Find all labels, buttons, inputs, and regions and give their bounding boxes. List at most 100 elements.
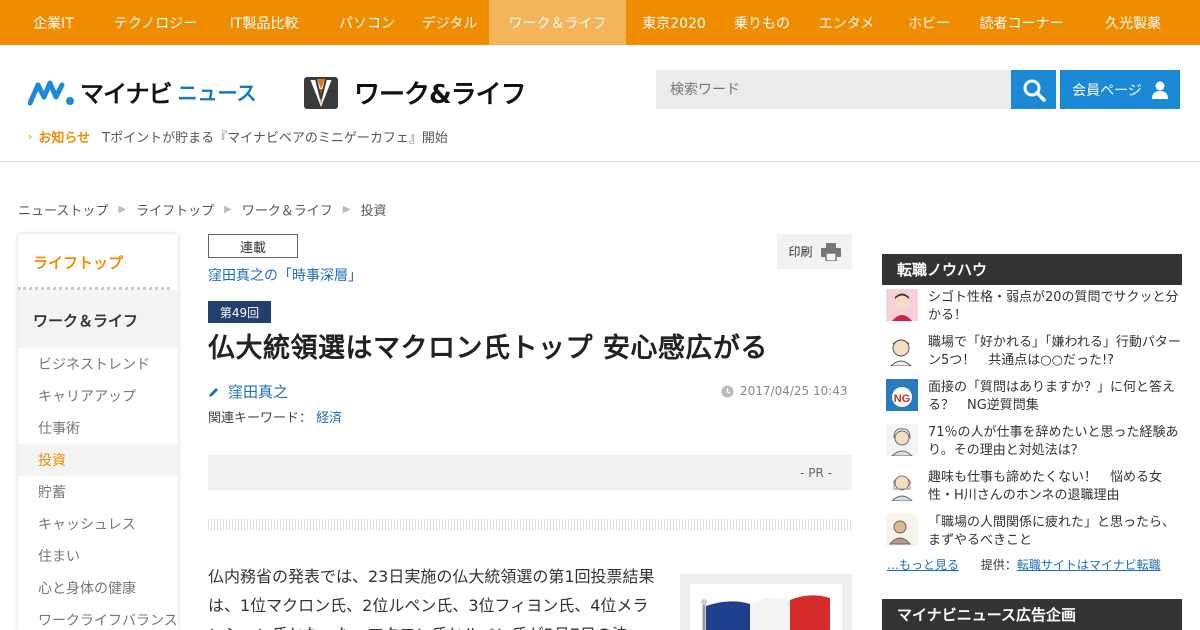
- pr-label: - PR -: [800, 465, 832, 480]
- ng-badge-thumbnail-icon: NG: [886, 379, 918, 411]
- sidebar-item-savings[interactable]: 貯蓄: [18, 476, 178, 508]
- list-item[interactable]: シゴト性格・弱点が20の質問でサクッと分かる！: [882, 285, 1182, 330]
- site-logo[interactable]: マイナビ ニュース: [28, 74, 257, 109]
- keyword-link[interactable]: 経済: [316, 411, 342, 426]
- header-divider: [0, 161, 1200, 162]
- list-item[interactable]: 71％の人が仕事を辞めたいと思った経験あり。その理由と対処法は？: [882, 420, 1182, 465]
- nav-item-pc[interactable]: パソコン: [324, 0, 410, 45]
- episode-badge: 第49回: [208, 301, 271, 323]
- member-page-button[interactable]: 会員ページ: [1060, 70, 1180, 109]
- suit-emblem-icon: [304, 76, 338, 109]
- article-body: 仏内務省の発表では、23日実施の仏大統領選の第1回投票結果は、1位マクロン氏、2…: [208, 567, 655, 630]
- pencil-icon: [209, 387, 218, 397]
- knowhow-link[interactable]: 職場で「好かれる」「嫌われる」行動パターン5つ！ 共通点は○○だった!?: [928, 334, 1182, 370]
- list-item[interactable]: 「職場の人間関係に疲れた」と思ったら、まずやるべきこと: [882, 510, 1182, 555]
- sidebar-item-investment[interactable]: 投資: [18, 444, 178, 476]
- series-name-link[interactable]: 窪田真之の「時事深層」: [208, 265, 362, 285]
- more-row: …もっと見る 提供：転職サイトはマイナビ転職: [882, 556, 1182, 573]
- sidebar-item-housing[interactable]: 住まい: [18, 540, 178, 572]
- notice-bar: › お知らせ Tポイントが貯まる『マイナビベアのミニゲーカフェ』開始: [28, 127, 448, 146]
- french-flag-image: [690, 584, 842, 630]
- print-button[interactable]: 印刷: [777, 234, 852, 269]
- author-name-link[interactable]: 窪田真之: [228, 381, 288, 402]
- nav-item-it-products[interactable]: IT製品比較: [204, 0, 324, 45]
- job-knowhow-heading: 転職ノウハウ: [882, 254, 1182, 285]
- worried-man-thumbnail-icon: [886, 334, 918, 366]
- list-item[interactable]: 職場で「好かれる」「嫌われる」行動パターン5つ！ 共通点は○○だった!?: [882, 330, 1182, 375]
- svg-text:NG: NG: [894, 393, 911, 405]
- knowhow-link[interactable]: シゴト性格・弱点が20の質問でサクッと分かる！: [928, 289, 1182, 325]
- section-logo-text: ワーク&ライフ: [354, 80, 527, 110]
- nav-item-readers[interactable]: 読者コーナー: [967, 0, 1076, 45]
- man-portrait-thumbnail-icon: [886, 289, 918, 321]
- sidebar-item-work-life-balance[interactable]: ワークライフバランス: [18, 604, 178, 630]
- search-icon: [1023, 79, 1046, 102]
- striped-divider: [208, 519, 852, 530]
- nav-item-enterprise-it[interactable]: 企業IT: [0, 0, 107, 45]
- top-navigation: 企業IT テクノロジー IT製品比較 パソコン デジタル ワーク＆ライフ 東京2…: [0, 0, 1200, 45]
- sidebar-life-top[interactable]: ライフトップ: [18, 234, 170, 290]
- logo-news-text: ニュース: [177, 81, 257, 105]
- nav-item-digital[interactable]: デジタル: [410, 0, 489, 45]
- left-sidebar: ライフトップ ワーク＆ライフ ビジネストレンド キャリアアップ 仕事術 投資 貯…: [18, 234, 178, 630]
- nav-item-vehicles[interactable]: 乗りもの: [722, 0, 802, 45]
- nav-item-entertainment[interactable]: エンタメ: [802, 0, 891, 45]
- keywords-label: 関連キーワード：: [208, 411, 313, 426]
- series-tag: 連載: [208, 234, 298, 258]
- article-title: 仏大統領選はマクロン氏トップ 安心感広がる: [208, 333, 768, 364]
- breadcrumb-life-top[interactable]: ライフトップ: [136, 200, 214, 219]
- right-sidebar: 転職ノウハウ シゴト性格・弱点が20の質問でサクッと分かる！ 職場で「好かれる」…: [882, 254, 1182, 630]
- nav-item-technology[interactable]: テクノロジー: [107, 0, 204, 45]
- more-link[interactable]: …もっと見る: [887, 558, 959, 572]
- provider-label: 提供：: [980, 558, 1017, 572]
- tired-person-thumbnail-icon: [886, 514, 918, 546]
- provider-link[interactable]: 転職サイトはマイナビ転職: [1017, 558, 1161, 572]
- sidebar-item-business-trend[interactable]: ビジネストレンド: [18, 348, 178, 380]
- breadcrumb-separator-icon: ▶: [118, 204, 127, 215]
- search-button[interactable]: [1011, 70, 1056, 109]
- clock-icon: [721, 385, 734, 397]
- author: 窪田真之: [208, 381, 288, 402]
- sidebar-item-cashless[interactable]: キャッシュレス: [18, 508, 178, 540]
- nav-item-hobby[interactable]: ホビー: [891, 0, 967, 45]
- search-input[interactable]: [656, 70, 1011, 109]
- section-logo[interactable]: ワーク&ライフ: [302, 74, 527, 111]
- print-label: 印刷: [788, 245, 813, 259]
- sidebar-item-health[interactable]: 心と身体の健康: [18, 572, 178, 604]
- sidebar-item-career-up[interactable]: キャリアアップ: [18, 380, 178, 412]
- knowhow-link[interactable]: 面接の「質問はありますか？」に何と答える？ NG逆質問集: [928, 379, 1182, 415]
- member-page-label: 会員ページ: [1072, 82, 1142, 99]
- publish-date-text: 2017/04/25 10:43: [740, 384, 848, 398]
- breadcrumb-separator-icon: ▶: [342, 204, 351, 215]
- list-item[interactable]: 趣味も仕事も諦めたくない！ 悩める女性・H川さんのホンネの退職理由: [882, 465, 1182, 510]
- knowhow-link[interactable]: 趣味も仕事も諦めたくない！ 悩める女性・H川さんのホンネの退職理由: [928, 469, 1182, 505]
- chevron-right-icon: ›: [28, 130, 33, 143]
- notice-label: お知らせ: [38, 131, 91, 146]
- breadcrumb-work-life[interactable]: ワーク＆ライフ: [242, 200, 333, 219]
- sidebar-section-work-life[interactable]: ワーク＆ライフ: [18, 290, 178, 348]
- nav-item-hisamitsu[interactable]: 久光製薬: [1076, 0, 1190, 45]
- publish-date: 2017/04/25 10:43: [721, 384, 848, 398]
- breadcrumb-news-top[interactable]: ニューストップ: [18, 200, 108, 219]
- logo-brand-text: マイナビ: [80, 80, 173, 108]
- knowhow-link[interactable]: 71％の人が仕事を辞めたいと思った経験あり。その理由と対処法は？: [928, 424, 1182, 460]
- article-photo[interactable]: [680, 574, 852, 630]
- mynavi-logo-mark-icon: [28, 80, 74, 105]
- sad-woman-thumbnail-icon: [886, 424, 918, 456]
- breadcrumb-investment: 投資: [360, 204, 387, 219]
- knowhow-link[interactable]: 「職場の人間関係に疲れた」と思ったら、まずやるべきこと: [928, 514, 1182, 550]
- pr-box: - PR -: [208, 455, 852, 490]
- sidebar-item-work-tips[interactable]: 仕事術: [18, 412, 178, 444]
- woman-illustration-thumbnail-icon: [886, 469, 918, 501]
- notice-link[interactable]: Tポイントが貯まる『マイナビベアのミニゲーカフェ』開始: [102, 127, 448, 146]
- french-flag-icon: [701, 595, 830, 630]
- nav-item-work-life[interactable]: ワーク＆ライフ: [489, 0, 626, 45]
- breadcrumb-separator-icon: ▶: [224, 204, 232, 215]
- nav-item-tokyo2020[interactable]: 東京2020: [626, 0, 722, 45]
- list-item[interactable]: NG 面接の「質問はありますか？」に何と答える？ NG逆質問集: [882, 375, 1182, 420]
- related-keywords: 関連キーワード： 経済: [208, 407, 342, 426]
- breadcrumb: ニューストップ ▶ ライフトップ ▶ ワーク＆ライフ ▶ 投資: [18, 200, 387, 219]
- ad-feature-heading: マイナビニュース広告企画: [882, 599, 1182, 630]
- printer-icon: [820, 242, 841, 261]
- user-icon: [1151, 81, 1168, 99]
